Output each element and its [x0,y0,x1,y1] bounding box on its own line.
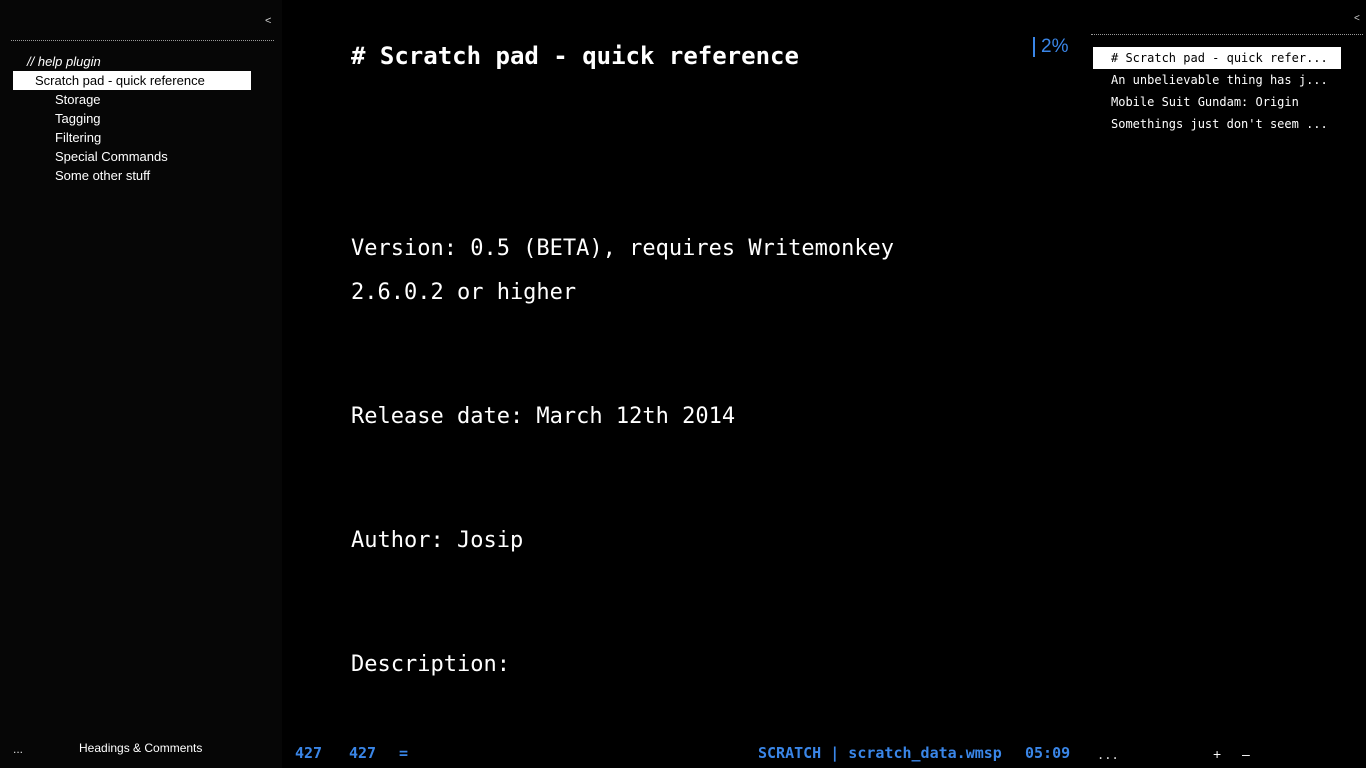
outline-list: // help plugin Scratch pad - quick refere… [13,52,251,185]
version-paragraph: Version: 0.5 (BETA), requires Writemonke… [351,236,895,305]
left-outline-panel: < // help plugin Scratch pad - quick refe… [0,0,282,768]
left-panel-menu-button[interactable]: ... [13,742,23,756]
outline-item[interactable]: Some other stuff [13,166,251,185]
document-heading: # Scratch pad - quick reference [351,42,799,70]
author-paragraph: Author: Josip [351,528,524,553]
outline-item[interactable]: Special Commands [13,147,251,166]
add-entry-button[interactable]: + [1213,746,1221,762]
right-panel-menu-button[interactable]: ... [1097,748,1119,762]
outline-item[interactable]: Tagging [13,109,251,128]
outline-item[interactable]: Filtering [13,128,251,147]
mode-and-file-label: SCRATCH | scratch_data.wmsp [758,744,1002,762]
description-paragraph: Description: [351,652,510,677]
word-count: 427 [295,744,323,762]
remove-entry-button[interactable]: – [1242,746,1250,762]
clock: 05:09 [1025,744,1071,762]
release-date-paragraph: Release date: March 12th 2014 [351,404,736,429]
scratch-entry-list: # Scratch pad - quick refer... An unbelie… [1093,47,1341,135]
outline-item[interactable]: Storage [13,90,251,109]
scratch-entry-item[interactable]: Somethings just don't seem ... [1093,113,1341,135]
left-panel-divider [11,40,274,41]
editor-area[interactable]: # Scratch pad - quick reference Version:… [351,0,1041,725]
count-separator: = [399,744,409,762]
outline-item[interactable]: Scratch pad - quick reference [13,71,251,90]
scratch-entry-item[interactable]: An unbelievable thing has j... [1093,69,1341,91]
outline-item[interactable]: // help plugin [13,52,251,71]
collapse-right-panel-button[interactable]: < [1354,13,1360,24]
character-count: 427 [349,744,377,762]
outline-mode-label[interactable]: Headings & Comments [79,741,202,755]
collapse-left-panel-button[interactable]: < [265,15,271,27]
progress-indicator: 2% [1033,37,1068,57]
scratch-entry-item[interactable]: # Scratch pad - quick refer... [1093,47,1341,69]
right-panel-divider [1091,34,1363,35]
scratch-entry-item[interactable]: Mobile Suit Gundam: Origin [1093,91,1341,113]
